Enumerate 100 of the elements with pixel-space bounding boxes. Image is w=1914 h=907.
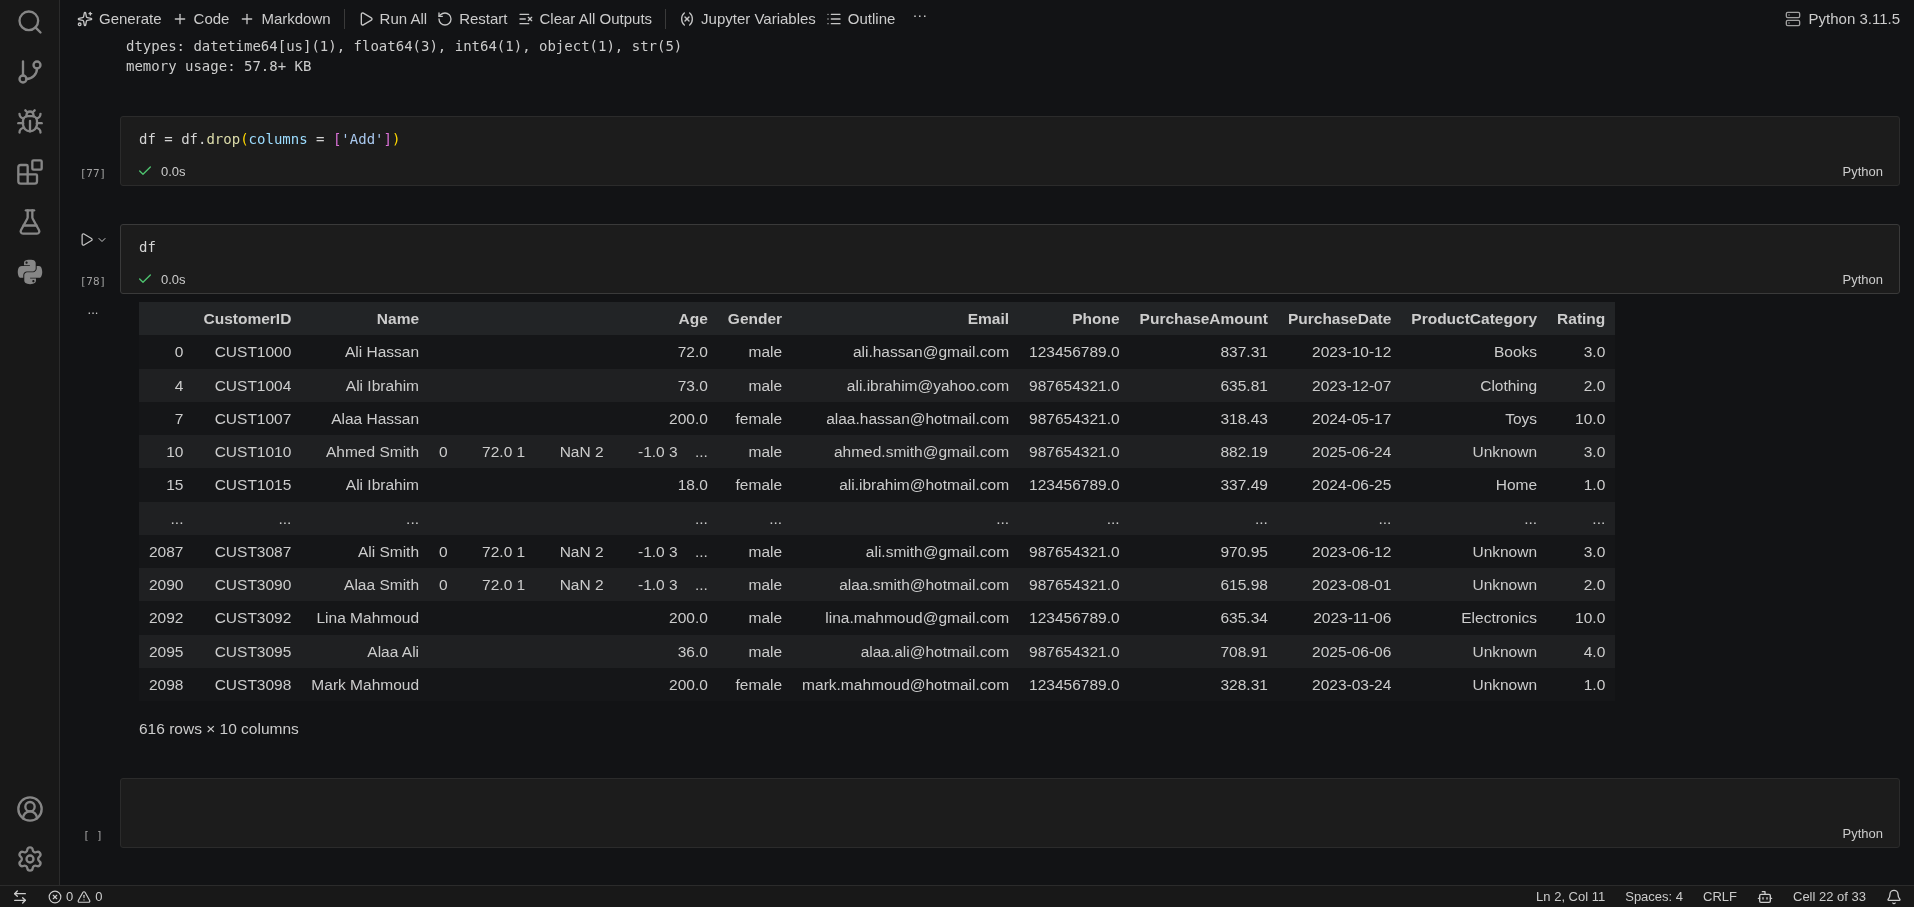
toolbar-button[interactable]: Jupyter Variables [674,3,821,35]
toolbar-button[interactable]: Generate [72,3,167,35]
cell-language[interactable]: Python [1842,269,1883,289]
account-icon[interactable] [15,795,44,823]
table-cell: 882.19 [1129,435,1278,469]
column-header: Gender [717,302,793,336]
cell-language[interactable]: Python [1842,161,1883,181]
branch-icon[interactable] [15,58,44,86]
table-cell: Electronics [1401,601,1548,635]
table-cell: ali.ibrahim@hotmail.com [792,468,1020,502]
code-cell[interactable]: df = df.drop(columns = ['Add']) 0.0s Python [120,116,1900,186]
toolbar-button[interactable]: Run All [352,3,433,35]
row-index: 4 [139,368,194,402]
table-cell: ... [429,501,718,535]
table-cell: male [717,634,793,668]
table-cell: 73.0 [429,368,718,402]
table-cell: CUST3098 [193,667,302,701]
table-cell: 2023-12-07 [1277,368,1402,402]
table-cell: ali.hassan@gmail.com [792,335,1020,369]
table-cell: 10.0 [1547,401,1616,435]
code-cell[interactable]: Python [120,778,1900,849]
table-cell: 200.0 [429,401,718,435]
table-cell: 2023-10-12 [1277,335,1402,369]
table-cell: Lina Mahmoud [301,601,430,635]
toolbar-button[interactable]: Outline [820,3,901,35]
python-icon[interactable] [15,258,44,286]
table-cell: 970.95 [1129,534,1278,568]
kernel-picker[interactable]: Python 3.11.5 [1784,7,1900,31]
table-cell: ... [301,501,430,535]
column-header: Rating [1547,302,1616,336]
table-cell: Unknown [1401,667,1548,701]
column-header: ProductCategory [1401,302,1548,336]
table-cell: 1.0 [1547,667,1616,701]
toolbar-button[interactable]: Markdown [234,3,336,35]
table-cell: 708.91 [1129,634,1278,668]
status-item[interactable]: Cell 22 of 33 [1793,886,1866,907]
table-cell: 2024-06-25 [1277,468,1402,502]
table-cell: Alaa Smith [301,568,430,602]
toolbar-button[interactable]: Code [166,3,235,35]
table-cell: female [717,401,793,435]
table-cell: 200.0 [429,667,718,701]
table-cell: 987654321.0 [1019,634,1130,668]
table-cell: male [717,568,793,602]
row-index: 15 [139,468,194,502]
table-cell: Toys [1401,401,1548,435]
table-cell: mark.mahmoud@hotmail.com [792,667,1020,701]
cell-language[interactable]: Python [1842,823,1883,844]
row-index: 2098 [139,667,194,701]
execution-count: [78] [79,273,107,290]
execution-time: 0.0s [161,162,186,181]
table-cell: ahmed.smith@gmail.com [792,435,1020,469]
table-cell: ... [1019,501,1130,535]
table-cell: CUST3087 [193,534,302,568]
bell-icon[interactable] [1886,888,1902,905]
output-menu[interactable]: ... [87,302,99,318]
problems-button[interactable]: 0 0 [48,886,103,907]
table-cell: 2025-06-24 [1277,435,1402,469]
status-item[interactable]: Ln 2, Col 11 [1536,886,1606,907]
status-item[interactable]: Spaces: 4 [1625,886,1684,907]
bug-icon[interactable] [15,108,44,136]
status-item[interactable]: CRLF [1703,886,1737,907]
table-cell: CUST1007 [193,401,302,435]
variable-icon [679,11,696,27]
run-cell-icon[interactable] [78,232,94,247]
more-button[interactable]: ··· [900,3,940,35]
table-cell: Unknown [1401,534,1548,568]
table-cell: 200.0 [429,601,718,635]
table-cell: 837.31 [1129,335,1278,369]
table-cell: Alaa Hassan [301,401,430,435]
toolbar-button[interactable]: Clear All Outputs [512,3,658,35]
table-cell: 123456789.0 [1019,601,1130,635]
table-cell: 2023-11-06 [1277,601,1402,635]
table-cell: Ahmed Smith [301,435,430,469]
table-cell: 987654321.0 [1019,368,1130,402]
table-cell: 1.0 [1547,468,1616,502]
table-cell: CUST3092 [193,601,302,635]
table-cell: Home [1401,468,1548,502]
column-header: Phone [1019,302,1130,336]
table-cell: 2025-06-06 [1277,634,1402,668]
table-cell: ... [792,501,1020,535]
code-cell[interactable]: df 0.0s Python [120,224,1900,294]
table-cell: Unknown [1401,568,1548,602]
table-cell: 635.81 [1129,368,1278,402]
settings-icon[interactable] [15,845,44,873]
restart-icon [437,11,454,27]
table-cell: 987654321.0 [1019,435,1130,469]
remote-icon[interactable] [12,888,28,905]
clear-list-icon [517,11,534,27]
blocks-icon[interactable] [15,158,44,186]
table-cell: CUST3095 [193,634,302,668]
execution-count: [77] [79,165,107,182]
table-cell: female [717,468,793,502]
column-header: Email [792,302,1020,336]
toolbar-button[interactable]: Restart [432,3,513,35]
table-cell: Alaa Ali [301,634,430,668]
table-cell: 36.0 [429,634,718,668]
table-cell: male [717,368,793,402]
table-cell: Unknown [1401,634,1548,668]
search-icon[interactable] [15,8,44,36]
table-cell: 3.0 [1547,534,1616,568]
